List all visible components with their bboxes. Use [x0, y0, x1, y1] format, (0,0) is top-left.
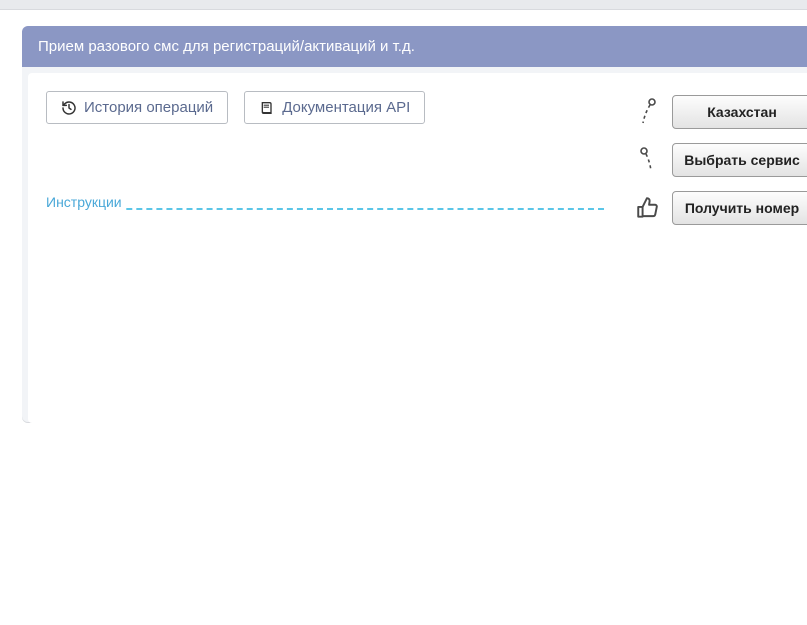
select-service-button[interactable]: Выбрать сервис	[672, 143, 807, 177]
dashed-line	[46, 208, 604, 210]
instructions-label: Инструкции	[46, 194, 126, 210]
api-docs-button-label: Документация API	[282, 99, 410, 116]
history-button[interactable]: История операций	[46, 91, 228, 124]
panel-body: История операций Документация API Ин	[28, 73, 807, 423]
get-number-button[interactable]: Получить номер	[672, 191, 807, 225]
country-button-label: Казахстан	[707, 104, 777, 120]
main-panel: Прием разового смс для регистраций/актив…	[22, 26, 807, 423]
right-column: Казахстан Выбрать сервис	[634, 91, 807, 405]
top-strip	[0, 0, 807, 10]
select-service-button-label: Выбрать сервис	[684, 152, 800, 168]
instructions-divider: Инструкции	[46, 194, 604, 212]
api-docs-button[interactable]: Документация API	[244, 91, 425, 124]
history-icon	[61, 100, 77, 116]
book-icon	[259, 100, 275, 116]
step-service: Выбрать сервис	[634, 143, 807, 177]
step-get-number: Получить номер	[634, 191, 807, 225]
history-button-label: История операций	[84, 99, 213, 116]
left-column: История операций Документация API Ин	[46, 91, 604, 405]
get-number-button-label: Получить номер	[685, 200, 799, 216]
thumbs-up-icon	[634, 195, 662, 221]
pin-mid-icon	[634, 145, 662, 175]
toolbar: История операций Документация API	[46, 91, 604, 124]
step-country: Казахстан	[634, 95, 807, 129]
country-button[interactable]: Казахстан	[672, 95, 807, 129]
pin-start-icon	[634, 97, 662, 127]
panel-title: Прием разового смс для регистраций/актив…	[22, 26, 807, 67]
